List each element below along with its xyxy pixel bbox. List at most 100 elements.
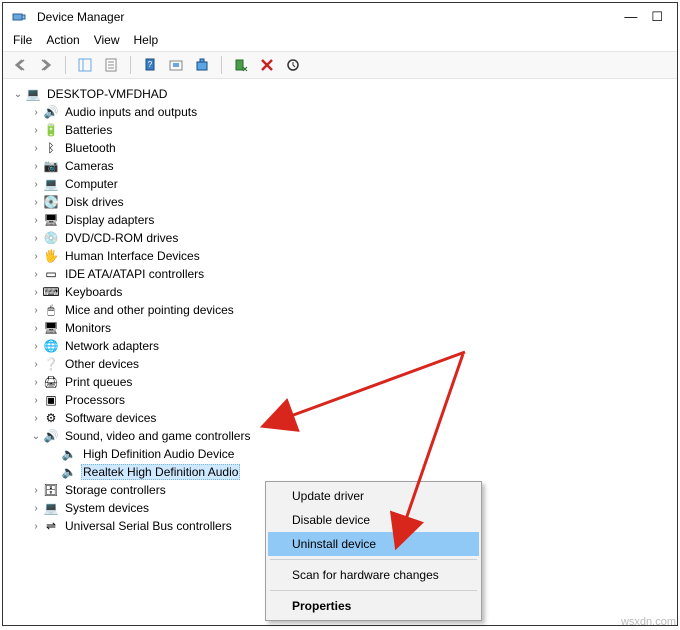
tree-category[interactable]: ›▭IDE ATA/ATAPI controllers xyxy=(7,265,677,283)
tree-category[interactable]: ›🔊Audio inputs and outputs xyxy=(7,103,677,121)
expand-arrow[interactable] xyxy=(47,447,61,461)
tree-category[interactable]: ›💿DVD/CD-ROM drives xyxy=(7,229,677,247)
tree-category[interactable]: ›🖐Human Interface Devices xyxy=(7,247,677,265)
maximize-button[interactable]: ☐ xyxy=(651,9,663,25)
context-menu-item[interactable]: Properties xyxy=(268,594,479,618)
expand-arrow[interactable]: › xyxy=(29,321,43,335)
computer-icon: 💻 xyxy=(43,176,59,192)
tree-category[interactable]: ›💽Disk drives xyxy=(7,193,677,211)
expand-arrow[interactable]: › xyxy=(29,357,43,371)
help-button[interactable]: ? xyxy=(139,55,161,75)
context-menu-item[interactable]: Update driver xyxy=(268,484,479,508)
disk-icon: 💽 xyxy=(43,194,59,210)
tree-category[interactable]: ›🖱Mice and other pointing devices xyxy=(7,301,677,319)
tree-category[interactable]: ›▣Processors xyxy=(7,391,677,409)
expand-arrow[interactable] xyxy=(47,465,61,479)
tree-category[interactable]: ›🌐Network adapters xyxy=(7,337,677,355)
other-icon: ❔ xyxy=(43,356,59,372)
tree-category[interactable]: ›🖨Print queues xyxy=(7,373,677,391)
tree-category[interactable]: ›📷Cameras xyxy=(7,157,677,175)
action-button[interactable] xyxy=(165,55,187,75)
context-menu-separator xyxy=(270,559,477,560)
expand-arrow[interactable]: › xyxy=(29,303,43,317)
expand-arrow[interactable]: › xyxy=(29,105,43,119)
monitor-icon: 🖥 xyxy=(43,320,59,336)
back-button[interactable] xyxy=(9,55,31,75)
menu-help[interactable]: Help xyxy=(134,33,159,47)
context-menu-item[interactable]: Uninstall device xyxy=(268,532,479,556)
expand-arrow[interactable]: › xyxy=(29,411,43,425)
usb-icon: ⇌ xyxy=(43,518,59,534)
mouse-icon: 🖱 xyxy=(43,302,59,318)
uninstall-button[interactable] xyxy=(256,55,278,75)
tree-item-label: Human Interface Devices xyxy=(63,248,202,264)
tree-item-label: Computer xyxy=(63,176,120,192)
expand-arrow[interactable]: › xyxy=(29,195,43,209)
camera-icon: 📷 xyxy=(43,158,59,174)
tree-category[interactable]: ›⚙Software devices xyxy=(7,409,677,427)
add-legacy-button[interactable] xyxy=(230,55,252,75)
menu-view[interactable]: View xyxy=(94,33,120,47)
tree-category[interactable]: ›⌨Keyboards xyxy=(7,283,677,301)
ide-icon: ▭ xyxy=(43,266,59,282)
tree-item-label: Network adapters xyxy=(63,338,161,354)
tree-category[interactable]: ›💻Computer xyxy=(7,175,677,193)
update-driver-button[interactable] xyxy=(282,55,304,75)
tree-category[interactable]: ›ᛒBluetooth xyxy=(7,139,677,157)
tree-item-label: Bluetooth xyxy=(63,140,118,156)
scan-hardware-button[interactable] xyxy=(191,55,213,75)
context-menu-item[interactable]: Scan for hardware changes xyxy=(268,563,479,587)
tree-item-label: Batteries xyxy=(63,122,114,138)
storage-icon: 🗄 xyxy=(43,482,59,498)
cpu-icon: ▣ xyxy=(43,392,59,408)
expand-arrow[interactable]: › xyxy=(29,519,43,533)
display-icon: 🖥 xyxy=(43,212,59,228)
expand-arrow[interactable]: › xyxy=(29,177,43,191)
tree-item-label: Sound, video and game controllers xyxy=(63,428,252,444)
menu-action[interactable]: Action xyxy=(46,33,79,47)
context-menu-item[interactable]: Disable device xyxy=(268,508,479,532)
tree-category[interactable]: ⌄🔊Sound, video and game controllers xyxy=(7,427,677,445)
tree-category[interactable]: ›❔Other devices xyxy=(7,355,677,373)
expand-arrow[interactable]: ⌄ xyxy=(29,429,43,443)
expand-arrow[interactable]: › xyxy=(29,159,43,173)
tree-category[interactable]: ›🖥Display adapters xyxy=(7,211,677,229)
expand-arrow[interactable]: › xyxy=(29,267,43,281)
expand-arrow[interactable]: › xyxy=(29,285,43,299)
properties-button[interactable] xyxy=(100,55,122,75)
expand-arrow[interactable]: › xyxy=(29,249,43,263)
tree-device[interactable]: 🔈Realtek High Definition Audio xyxy=(7,463,677,481)
tree-root[interactable]: ⌄💻DESKTOP-VMFDHAD xyxy=(7,85,677,103)
expand-arrow[interactable]: › xyxy=(29,483,43,497)
tree-device[interactable]: 🔈High Definition Audio Device xyxy=(7,445,677,463)
expand-arrow[interactable]: › xyxy=(29,213,43,227)
expand-arrow[interactable]: › xyxy=(29,123,43,137)
sound-icon: 🔊 xyxy=(43,428,59,444)
tree-category[interactable]: ›🔋Batteries xyxy=(7,121,677,139)
tree-item-label: DVD/CD-ROM drives xyxy=(63,230,180,246)
tree-item-label: Mice and other pointing devices xyxy=(63,302,236,318)
expand-arrow[interactable]: › xyxy=(29,501,43,515)
watermark: wsxdn.com xyxy=(621,616,676,628)
tree-category[interactable]: ›🖥Monitors xyxy=(7,319,677,337)
expand-arrow[interactable]: › xyxy=(29,141,43,155)
tree-item-label: Disk drives xyxy=(63,194,126,210)
speaker-icon: 🔈 xyxy=(61,464,77,480)
expand-arrow[interactable]: ⌄ xyxy=(11,87,25,101)
minimize-button[interactable]: — xyxy=(624,9,637,25)
tree-item-label: DESKTOP-VMFDHAD xyxy=(45,86,169,102)
show-hide-tree-button[interactable] xyxy=(74,55,96,75)
forward-button[interactable] xyxy=(35,55,57,75)
tree-item-label: Software devices xyxy=(63,410,158,426)
expand-arrow[interactable]: › xyxy=(29,339,43,353)
hid-icon: 🖐 xyxy=(43,248,59,264)
tree-item-label: Universal Serial Bus controllers xyxy=(63,518,234,534)
svg-text:?: ? xyxy=(148,60,153,69)
app-icon xyxy=(11,9,27,25)
speaker-icon: 🔈 xyxy=(61,446,77,462)
expand-arrow[interactable]: › xyxy=(29,375,43,389)
menu-file[interactable]: File xyxy=(13,33,32,47)
window-title: Device Manager xyxy=(37,10,124,24)
expand-arrow[interactable]: › xyxy=(29,231,43,245)
expand-arrow[interactable]: › xyxy=(29,393,43,407)
